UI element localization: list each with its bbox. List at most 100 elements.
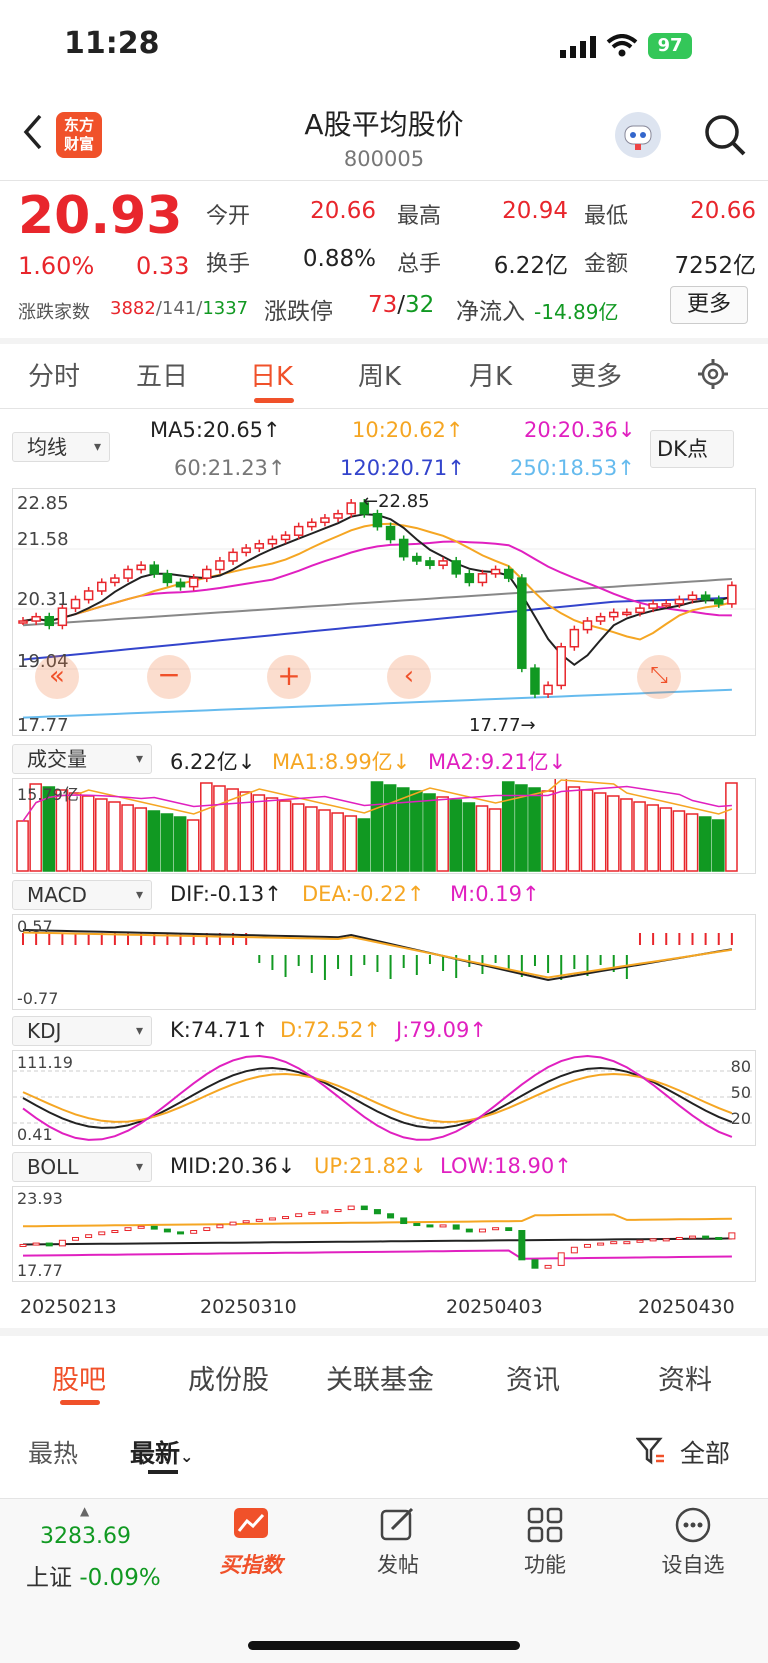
volume-bar <box>265 797 279 872</box>
date-label-4: 20250430 <box>638 1296 735 1318</box>
macd-plot <box>22 929 733 982</box>
home-indicator <box>248 1641 520 1650</box>
boll-candle <box>72 1236 80 1241</box>
search-icon[interactable] <box>702 112 748 158</box>
tab-weekly-k[interactable]: 周K <box>358 356 401 393</box>
volume-ma1: MA1:8.99亿↓ <box>272 750 411 774</box>
boll-candle <box>229 1221 237 1226</box>
tab-profile[interactable]: 资料 <box>658 1358 712 1397</box>
ma250-line <box>22 688 732 719</box>
ma5-value: MA5:20.65↑ <box>150 418 281 442</box>
kline-axis-bottom: 17.77 <box>17 715 69 736</box>
filter-icon[interactable] <box>636 1436 666 1466</box>
macd-chart[interactable]: 0.57 -0.77 <box>12 914 756 1010</box>
macd-axis-bottom: -0.77 <box>17 989 59 1008</box>
tab-constituents[interactable]: 成份股 <box>188 1358 269 1397</box>
boll-candle <box>19 1243 27 1247</box>
date-label-3: 20250403 <box>446 1296 543 1318</box>
ma20-value: 20:20.36↓ <box>524 418 636 442</box>
ma-selector[interactable]: 均线 <box>12 432 110 462</box>
more-dots-icon <box>675 1507 711 1543</box>
macd-selector[interactable]: MACD <box>12 880 152 910</box>
boll-chart[interactable]: 23.93 17.77 <box>12 1186 756 1282</box>
tab-five-day[interactable]: 五日 <box>136 356 188 393</box>
tab-news[interactable]: 资讯 <box>506 1358 560 1397</box>
battery-icon: 97 <box>648 33 692 59</box>
candle-body <box>83 590 94 601</box>
adv-decl-label: 涨跌家数 <box>18 302 90 323</box>
volume-bar <box>449 799 463 872</box>
volume-bar <box>108 801 121 872</box>
candle-body <box>254 543 265 549</box>
candle-body <box>464 573 475 584</box>
forum-tab-indicator <box>60 1400 100 1405</box>
dk-point-button[interactable]: DK点 <box>650 430 734 468</box>
volume-current: 6.22亿↓ <box>170 750 256 774</box>
tab-intraday[interactable]: 分时 <box>28 356 80 393</box>
tab-monthly-k[interactable]: 月K <box>469 356 512 393</box>
candle-body <box>280 534 291 541</box>
macd-dea: DEA:-0.22↑ <box>302 882 425 906</box>
tab-forum[interactable]: 股吧 <box>52 1358 106 1397</box>
volume-ma2: MA2:9.21亿↓ <box>428 750 567 774</box>
index-name[interactable]: 上证 -0.09% <box>26 1558 161 1592</box>
robot-avatar-icon[interactable] <box>615 112 661 158</box>
nav-functions[interactable]: 功能 <box>490 1505 600 1579</box>
boll-candle <box>98 1231 106 1236</box>
candle-body <box>385 525 396 541</box>
boll-low-line <box>22 1249 732 1260</box>
candle-body <box>556 646 566 687</box>
last-price: 20.93 <box>18 186 183 246</box>
nav-buy-index[interactable]: 买指数 <box>196 1505 306 1579</box>
volume-chart[interactable]: 15.79亿 <box>12 753 756 874</box>
candle-body <box>123 568 133 579</box>
more-button[interactable]: 更多 <box>670 286 748 324</box>
tab-related-funds[interactable]: 关联基金 <box>326 1358 434 1397</box>
candle-body <box>700 594 711 601</box>
nav-add-watchlist[interactable]: 设自选 <box>638 1505 748 1579</box>
candle-body <box>346 502 356 515</box>
zoom-in-icon[interactable]: + <box>267 655 311 699</box>
tab-more[interactable]: 更多 <box>570 356 622 393</box>
candle-body <box>622 611 632 616</box>
candle-body <box>228 551 238 562</box>
kdj-chart[interactable]: 111.19 0.41 80 50 20 <box>12 1050 756 1146</box>
boll-low: LOW:18.90↑ <box>440 1154 572 1178</box>
settings-gear-icon[interactable] <box>696 357 730 391</box>
boll-selector[interactable]: BOLL <box>12 1152 152 1182</box>
volume-bar <box>16 820 29 872</box>
tab-daily-k[interactable]: 日K <box>250 356 293 393</box>
ma250-value: 250:18.53↑ <box>510 456 635 480</box>
volume-bar <box>121 804 134 872</box>
boll-candle <box>295 1213 303 1218</box>
sort-newest[interactable]: 最新⌄ <box>130 1434 193 1470</box>
boll-candle <box>203 1227 211 1232</box>
boll-candle <box>478 1228 486 1233</box>
boll-candle <box>636 1239 644 1243</box>
candle-body <box>175 581 186 588</box>
net-inflow-value: -14.89亿 <box>534 300 619 324</box>
index-value[interactable]: 3283.69 <box>40 1524 131 1549</box>
candle-body <box>713 598 724 605</box>
candle-body <box>661 603 671 607</box>
step-left-icon[interactable]: ‹ <box>387 655 431 699</box>
volume-selector[interactable]: 成交量 <box>12 744 152 774</box>
volume-bar <box>95 798 108 872</box>
boll-candle <box>150 1225 158 1230</box>
fullscreen-icon[interactable]: ⤡ <box>637 655 681 699</box>
volume-bar <box>593 792 607 872</box>
kline-low-marker: 17.77→ <box>469 715 536 736</box>
scroll-left-icon[interactable]: « <box>35 655 79 699</box>
boll-candle <box>452 1224 460 1230</box>
zoom-out-icon[interactable]: − <box>147 655 191 699</box>
nav-post[interactable]: 发帖 <box>343 1505 453 1579</box>
kdj-axis-bottom: 0.41 <box>17 1125 53 1144</box>
kdj-selector[interactable]: KDJ <box>12 1016 152 1046</box>
kline-high-marker: ←22.85 <box>363 491 430 512</box>
sort-hot[interactable]: 最热 <box>28 1434 78 1470</box>
kline-chart[interactable]: 22.85 21.58 20.31 19.04 17.77 ←22.85 17.… <box>12 488 756 736</box>
candle-body <box>569 628 580 648</box>
candle-body <box>241 547 251 554</box>
filter-all[interactable]: 全部 <box>680 1434 730 1470</box>
volume-bar <box>147 810 161 872</box>
